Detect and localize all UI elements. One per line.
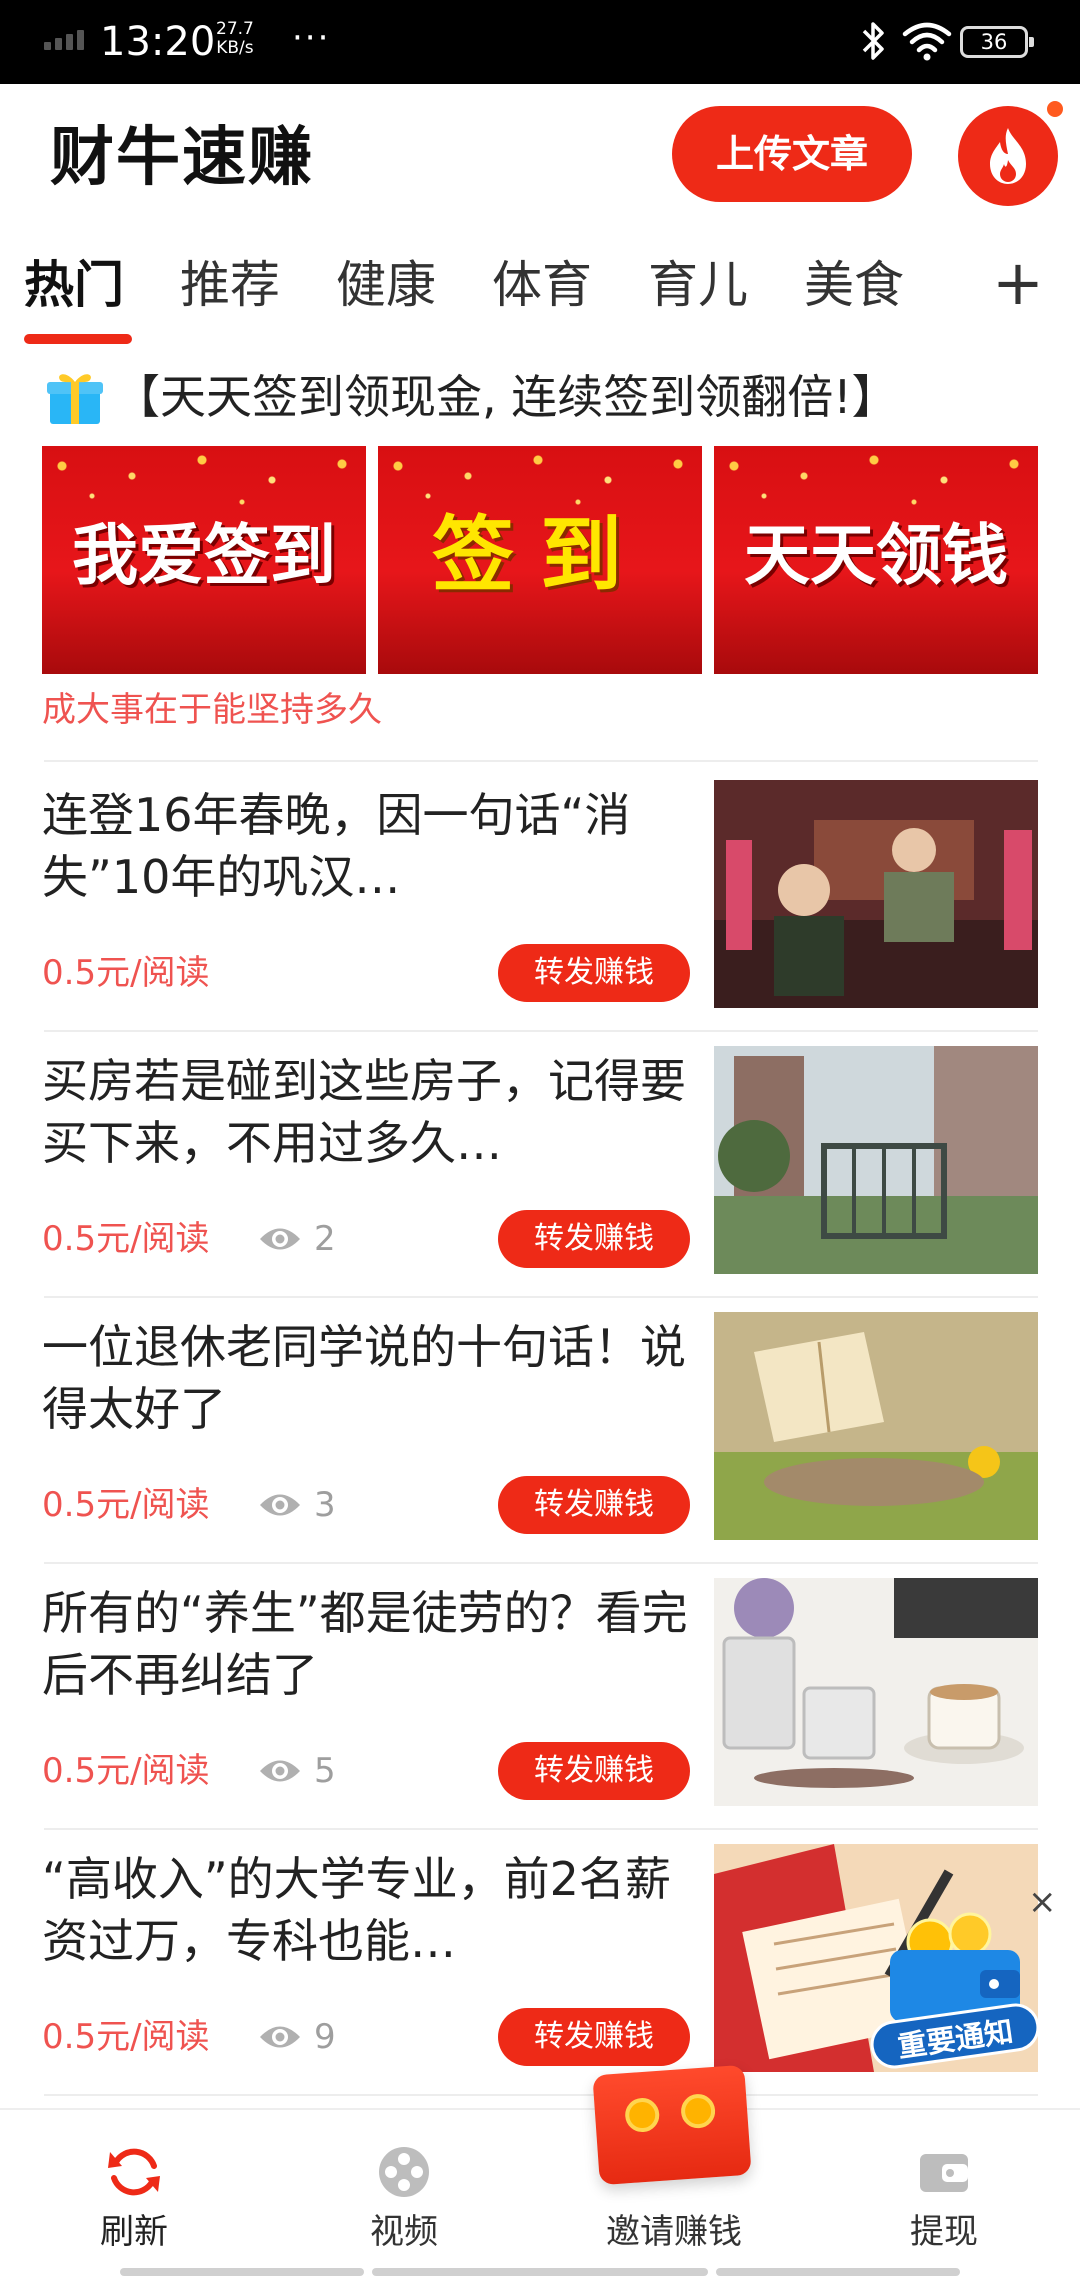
gesture-bar [716, 2268, 960, 2276]
wifi-icon [902, 22, 952, 61]
article-item[interactable]: 连登16年春晚，因一句话“消失”10年的巩汉… 0.5元/阅读 转发赚钱 [0, 766, 1080, 1032]
article-thumbnail[interactable] [714, 1578, 1038, 1806]
video-icon [379, 2147, 429, 2197]
tab-sports[interactable]: 体育 [492, 254, 592, 316]
article-price: 0.5元/阅读 [42, 2017, 210, 2057]
gift-icon [47, 374, 103, 424]
gesture-bar [372, 2268, 708, 2276]
article-price: 0.5元/阅读 [42, 1219, 210, 1259]
tab-food[interactable]: 美食 [804, 254, 904, 316]
signal-icon [44, 30, 84, 50]
article-thumbnail[interactable] [714, 1046, 1038, 1274]
eye-icon [260, 1228, 300, 1250]
signin-banner-images[interactable]: 我爱签到 签到 天天领钱 [42, 446, 1038, 674]
article-title[interactable]: 所有的“养生”都是徒劳的？看完后不再纠结了 [42, 1582, 692, 1706]
wallet-icon [920, 2154, 968, 2192]
article-price: 0.5元/阅读 [42, 1751, 210, 1791]
status-time: 13:20 [100, 19, 216, 65]
nav-label: 刷新 [100, 2212, 168, 2252]
tab-hot[interactable]: 热门 [24, 254, 124, 316]
upload-article-button[interactable]: 上传文章 [672, 106, 912, 202]
banner-image-daily-money[interactable]: 天天领钱 [714, 446, 1038, 674]
nav-label: 邀请赚钱 [606, 2212, 742, 2252]
article-title[interactable]: 买房若是碰到这些房子，记得要买下来，不用过多久… [42, 1050, 692, 1174]
important-notice-widget[interactable]: 重要通知 [867, 1906, 1043, 2072]
hot-fire-button[interactable] [958, 106, 1058, 206]
article-title[interactable]: 一位退休老同学说的十句话！说得太好了 [42, 1316, 692, 1440]
gesture-bar [120, 2268, 364, 2276]
network-speed: 27.7 KB/s [216, 19, 254, 58]
nav-label: 视频 [370, 2212, 438, 2252]
view-count: 5 [258, 1748, 336, 1794]
article-price: 0.5元/阅读 [42, 1485, 210, 1525]
share-earn-button[interactable]: 转发赚钱 [498, 1476, 690, 1534]
article-item[interactable]: 一位退休老同学说的十句话！说得太好了 0.5元/阅读 3 转发赚钱 [0, 1298, 1080, 1564]
signin-banner-subtitle: 成大事在于能坚持多久 [42, 690, 382, 730]
signin-banner-text: 【天天签到领现金, 连续签到领翻倍!】 [114, 370, 898, 424]
article-title[interactable]: 连登16年春晚，因一句话“消失”10年的巩汉… [42, 784, 692, 908]
article-price: 0.5元/阅读 [42, 953, 210, 993]
eye-icon [260, 1760, 300, 1782]
article-item[interactable]: 所有的“养生”都是徒劳的？看完后不再纠结了 0.5元/阅读 5 转发赚钱 [0, 1564, 1080, 1830]
add-tab-button[interactable]: + [992, 248, 1044, 318]
banner-image-love-signin[interactable]: 我爱签到 [42, 446, 366, 674]
eye-icon [260, 2026, 300, 2048]
nav-video[interactable]: 视频 [304, 2110, 504, 2280]
share-earn-button[interactable]: 转发赚钱 [498, 1742, 690, 1800]
view-count: 3 [258, 1482, 336, 1528]
banner-image-signin[interactable]: 签到 [378, 446, 702, 674]
red-packet-icon[interactable] [592, 2064, 752, 2186]
nav-refresh[interactable]: 刷新 [34, 2110, 234, 2280]
tab-health[interactable]: 健康 [336, 254, 436, 316]
view-count: 2 [258, 1216, 336, 1262]
app-title: 财牛速赚 [50, 121, 314, 195]
tab-recommend[interactable]: 推荐 [180, 254, 280, 316]
category-tabs: 热门 推荐 健康 体育 育儿 美食 + [0, 234, 1080, 350]
battery-icon: 36 [960, 26, 1034, 58]
article-thumbnail[interactable] [714, 1312, 1038, 1540]
share-earn-button[interactable]: 转发赚钱 [498, 1210, 690, 1268]
article-title[interactable]: “高收入”的大学专业，前2名薪资过万，专科也能… [42, 1848, 692, 1972]
eye-icon [260, 1494, 300, 1516]
status-bar: 13:20 27.7 KB/s ··· 36 [0, 0, 1080, 84]
bluetooth-icon [862, 22, 884, 60]
app-header: 财牛速赚 上传文章 [0, 84, 1080, 234]
refresh-icon [108, 2148, 160, 2196]
divider [44, 760, 1038, 762]
share-earn-button[interactable]: 转发赚钱 [498, 944, 690, 1002]
tab-parenting[interactable]: 育儿 [648, 254, 748, 316]
divider [44, 2094, 1038, 2096]
fire-icon [990, 128, 1026, 184]
notification-dot [1044, 98, 1066, 120]
article-item[interactable]: 买房若是碰到这些房子，记得要买下来，不用过多久… 0.5元/阅读 2 转发赚钱 [0, 1032, 1080, 1298]
article-thumbnail[interactable] [714, 780, 1038, 1008]
more-notifications-icon: ··· [292, 18, 331, 58]
active-tab-indicator [24, 334, 132, 344]
bottom-navigation: 刷新 视频 邀请赚钱 提现 [0, 2108, 1080, 2280]
nav-withdraw[interactable]: 提现 [844, 2110, 1044, 2280]
signin-banner-title[interactable]: 【天天签到领现金, 连续签到领翻倍!】 [44, 362, 1054, 432]
nav-label: 提现 [910, 2212, 978, 2252]
view-count: 9 [258, 2014, 336, 2060]
share-earn-button[interactable]: 转发赚钱 [498, 2008, 690, 2066]
